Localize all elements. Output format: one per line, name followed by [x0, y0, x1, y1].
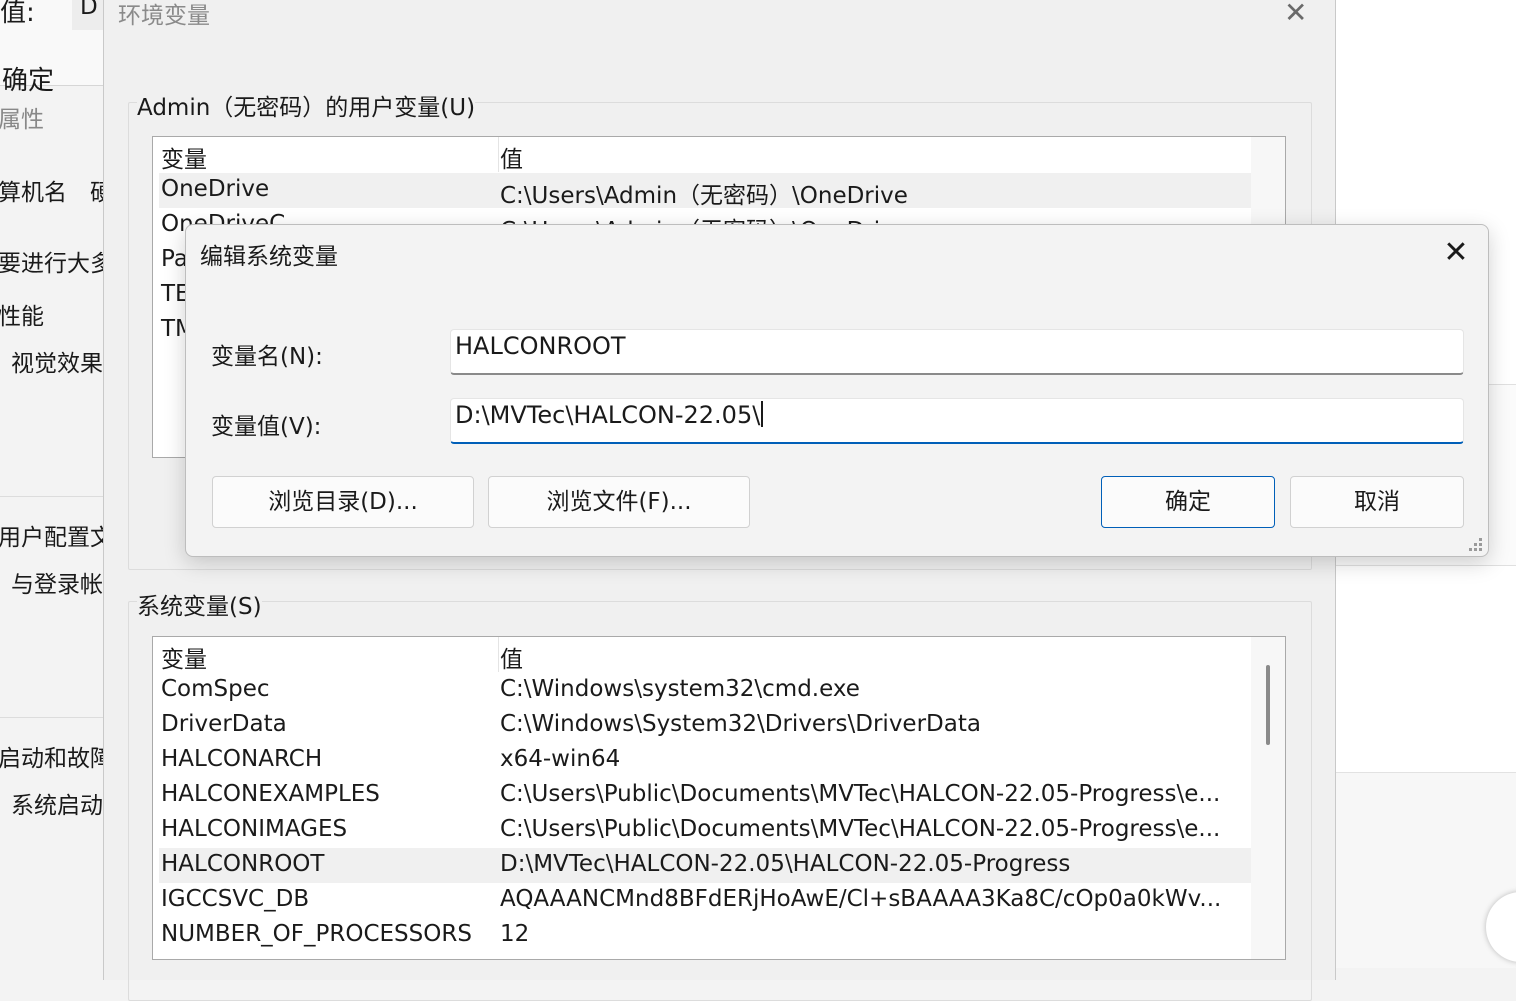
- bg-admin-note: 要进行大多: [0, 251, 104, 277]
- column-header-value[interactable]: 值: [500, 640, 523, 674]
- variable-value-input[interactable]: D:\MVTec\HALCON-22.05\: [450, 398, 1464, 444]
- bg-divider: [0, 496, 104, 497]
- variable-name-label: 变量名(N):: [211, 344, 323, 370]
- table-row[interactable]: HALCONIMAGES C:\Users\Public\Documents\M…: [159, 813, 1251, 848]
- close-icon[interactable]: ✕: [1284, 0, 1307, 29]
- variable-value: C:\Users\Admin（无密码）\OneDrive: [500, 183, 908, 209]
- variable-name: HALCONROOT: [161, 851, 325, 877]
- table-row[interactable]: IGCCSVC_DB AQAAANCMnd8BFdERjHoAwE/Cl+sBA…: [159, 883, 1251, 918]
- browse-file-button[interactable]: 浏览文件(F)...: [488, 476, 750, 528]
- bg-system-startup-label: 系统启动: [11, 793, 103, 819]
- variable-name: HALCONEXAMPLES: [161, 781, 380, 807]
- variable-name: IGCCSVC_DB: [161, 886, 310, 912]
- bg-startup-label: 启动和故障: [0, 746, 104, 772]
- column-header-value[interactable]: 值: [500, 140, 523, 174]
- variable-name-value: HALCONROOT: [455, 332, 626, 360]
- bg-login-label: 与登录帐: [11, 572, 103, 598]
- system-variables-list[interactable]: 变量 值 ComSpec C:\Windows\system32\cmd.exe…: [152, 636, 1286, 960]
- system-variables-label: 系统变量(S): [137, 587, 262, 621]
- variable-name: ComSpec: [161, 676, 270, 702]
- browse-directory-button[interactable]: 浏览目录(D)...: [212, 476, 474, 528]
- bg-tab-hardware[interactable]: 硬: [90, 173, 104, 207]
- bg-value-field: D: [72, 0, 104, 30]
- bg-performance-label: 性能: [0, 304, 44, 330]
- variable-name: HALCONARCH: [161, 746, 323, 772]
- list-header: 变量 值: [159, 637, 1251, 674]
- env-window-title: 环境变量: [118, 3, 210, 29]
- text-caret: [761, 401, 764, 427]
- variable-value: C:\Users\Public\Documents\MVTec\HALCON-2…: [500, 816, 1221, 842]
- table-row[interactable]: HALCONEXAMPLES C:\Users\Public\Documents…: [159, 778, 1251, 813]
- env-titlebar: 环境变量 ✕: [104, 0, 1335, 40]
- table-row[interactable]: OneDrive C:\Users\Admin（无密码）\OneDrive: [159, 173, 1251, 209]
- background-system-properties-window: 值: D 确定 属性 算机名 硬 要进行大多 性能 视觉效果 用户配置文 与登录…: [0, 0, 104, 968]
- variable-value: C:\Windows\System32\Drivers\DriverData: [500, 711, 981, 737]
- variable-name: NUMBER_OF_PROCESSORS: [161, 921, 472, 947]
- resize-grip-icon[interactable]: [1468, 537, 1484, 553]
- dialog-title: 编辑系统变量: [200, 244, 338, 270]
- variable-value: C:\Users\Public\Documents\MVTec\HALCON-2…: [500, 781, 1221, 807]
- variable-value: 12: [500, 921, 530, 947]
- list-header: 变量 值: [159, 137, 1251, 174]
- variable-name: HALCONIMAGES: [161, 816, 348, 842]
- scrollbar-thumb[interactable]: [1266, 665, 1270, 745]
- variable-value: C:\Windows\system32\cmd.exe: [500, 676, 860, 702]
- bg-user-profiles-label: 用户配置文: [0, 525, 104, 551]
- bg-visual-effects-label: 视觉效果: [11, 351, 103, 377]
- variable-value-text: D:\MVTec\HALCON-22.05\: [455, 401, 761, 429]
- table-row[interactable]: ComSpec C:\Windows\system32\cmd.exe: [159, 673, 1251, 708]
- table-row[interactable]: NUMBER_OF_PROCESSORS 12: [159, 918, 1251, 953]
- bg-divider: [0, 717, 104, 718]
- edit-system-variable-dialog: 编辑系统变量 ✕ 变量名(N): HALCONROOT 变量值(V): D:\M…: [185, 224, 1489, 557]
- variable-name-input[interactable]: HALCONROOT: [450, 329, 1464, 375]
- variable-value-label: 变量值(V):: [211, 414, 322, 440]
- user-variables-label: Admin（无密码）的用户变量(U): [137, 88, 476, 122]
- ok-button[interactable]: 确定: [1101, 476, 1275, 528]
- table-row[interactable]: HALCONROOT D:\MVTec\HALCON-22.05\HALCON-…: [159, 848, 1251, 883]
- column-header-variable[interactable]: 变量: [161, 640, 207, 674]
- variable-name: OneDrive: [161, 176, 270, 202]
- bg-properties-title: 属性: [0, 107, 44, 133]
- variable-name: DriverData: [161, 711, 287, 737]
- variable-value: AQAAANCMnd8BFdERjHoAwE/Cl+sBAAAA3Ka8C/cO…: [500, 886, 1222, 912]
- variable-value: D:\MVTec\HALCON-22.05\HALCON-22.05-Progr…: [500, 851, 1071, 877]
- table-row[interactable]: HALCONARCH x64-win64: [159, 743, 1251, 778]
- cancel-button[interactable]: 取消: [1290, 476, 1464, 528]
- column-header-variable[interactable]: 变量: [161, 140, 207, 174]
- variable-value: x64-win64: [500, 746, 621, 772]
- close-icon[interactable]: ✕: [1438, 235, 1474, 271]
- bg-tab-computer-name[interactable]: 算机名: [0, 173, 67, 207]
- bg-ok-button[interactable]: 确定: [2, 60, 54, 97]
- scrollbar[interactable]: [1251, 637, 1285, 959]
- table-row[interactable]: DriverData C:\Windows\System32\Drivers\D…: [159, 708, 1251, 743]
- bg-value-label: 值:: [0, 0, 35, 28]
- dialog-titlebar: 编辑系统变量 ✕: [186, 225, 1488, 283]
- variable-name: Pa: [161, 246, 188, 272]
